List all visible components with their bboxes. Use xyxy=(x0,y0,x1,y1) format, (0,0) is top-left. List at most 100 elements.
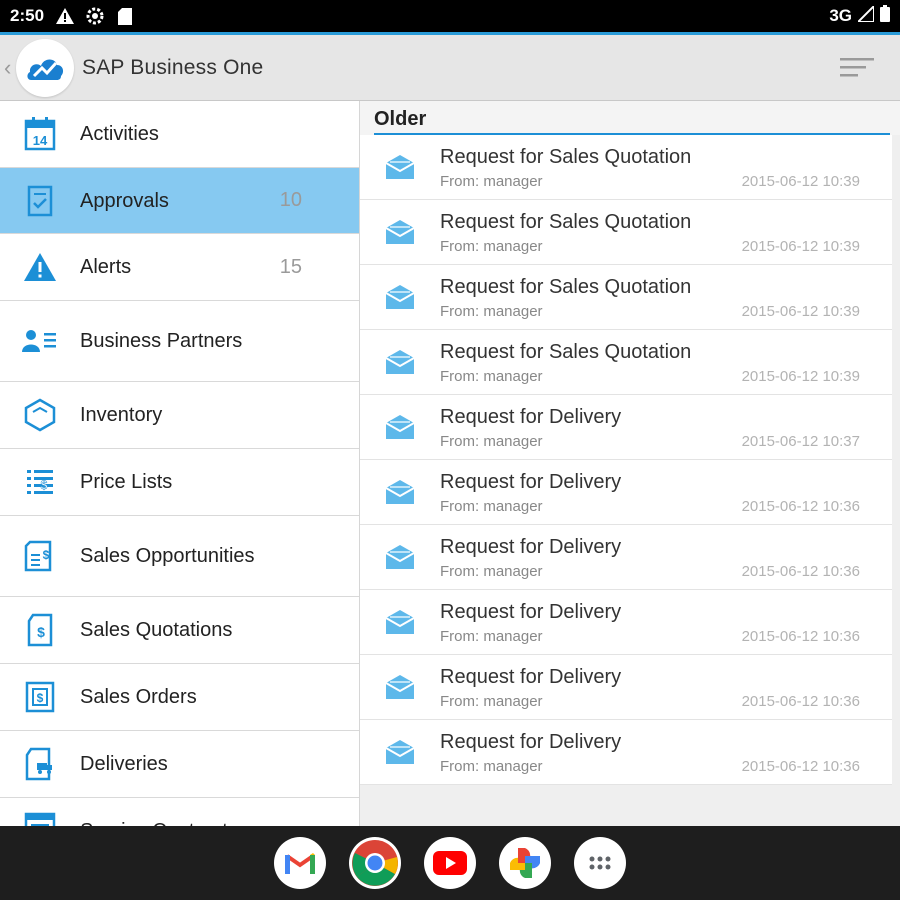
chrome-icon[interactable] xyxy=(349,837,401,889)
sidebar-item-service-contract[interactable]: Service Contract xyxy=(0,798,359,826)
message-row[interactable]: Request for Sales Quotation From: manager… xyxy=(360,265,892,330)
sd-card-icon xyxy=(114,6,136,26)
message-timestamp: 2015-06-12 10:39 xyxy=(741,368,860,385)
sidebar-item-activities[interactable]: 14 Activities xyxy=(0,101,359,168)
sidebar-item-business-partners[interactable]: Business Partners xyxy=(0,301,359,382)
approvals-count-badge: 10 xyxy=(279,189,302,211)
message-subject: Request for Sales Quotation xyxy=(440,146,692,168)
section-header: Older xyxy=(360,101,900,135)
sidebar-item-alerts[interactable]: Alerts 15 xyxy=(0,234,359,301)
sidebar-item-deliveries[interactable]: Deliveries xyxy=(0,731,359,798)
sidebar-item-label: Sales Orders xyxy=(80,686,197,708)
sales-opportunities-icon: $ xyxy=(0,540,80,572)
sidebar-item-label: Approvals xyxy=(80,189,169,212)
settings-icon xyxy=(84,6,106,26)
message-subject: Request for Delivery xyxy=(440,666,622,688)
taskbar xyxy=(0,826,900,900)
app-bar: ‹ SAP Business One xyxy=(0,35,900,101)
message-list: Request for Sales Quotation From: manager… xyxy=(360,135,900,785)
sidebar-item-label: Business Partners xyxy=(80,330,243,352)
message-row[interactable]: Request for Sales Quotation From: manager… xyxy=(360,200,892,265)
sap-logo-icon[interactable] xyxy=(16,38,74,97)
youtube-icon[interactable] xyxy=(424,837,476,889)
sidebar-item-label: Sales Opportunities xyxy=(80,545,255,567)
sidebar-item-approvals[interactable]: Approvals 10 xyxy=(0,168,359,234)
sidebar-item-sales-orders[interactable]: $ Sales Orders xyxy=(0,664,359,731)
calendar-icon: 14 xyxy=(0,117,80,151)
message-subject: Request for Delivery xyxy=(440,406,622,428)
sidebar-item-label: Sales Quotations xyxy=(80,619,233,641)
message-timestamp: 2015-06-12 10:39 xyxy=(741,238,860,255)
envelope-icon xyxy=(360,348,440,376)
section-title: Older xyxy=(374,108,890,135)
message-row[interactable]: Request for Delivery From: manager 2015-06… xyxy=(360,525,892,590)
message-sender: From: manager xyxy=(440,758,543,775)
sidebar-item-label: Deliveries xyxy=(80,753,168,775)
message-timestamp: 2015-06-12 10:39 xyxy=(741,303,860,320)
message-sender: From: manager xyxy=(440,433,543,450)
photos-icon[interactable] xyxy=(499,837,551,889)
approvals-list: Older Request for Sales Quotation From: m… xyxy=(360,101,900,826)
battery-icon xyxy=(880,5,890,27)
envelope-icon xyxy=(360,543,440,571)
alert-triangle-icon xyxy=(0,252,80,282)
message-subject: Request for Sales Quotation xyxy=(440,211,692,233)
envelope-icon xyxy=(360,413,440,441)
inventory-box-icon xyxy=(0,398,80,432)
message-sender: From: manager xyxy=(440,563,543,580)
envelope-icon xyxy=(360,738,440,766)
sidebar-item-label: Alerts xyxy=(80,256,132,278)
sidebar-item-label: Activities xyxy=(80,123,159,145)
envelope-icon xyxy=(360,218,440,246)
status-bar: 2:50 3G xyxy=(0,0,900,32)
gmail-icon[interactable] xyxy=(274,837,326,889)
sidebar-item-label: Inventory xyxy=(80,404,163,426)
envelope-icon xyxy=(360,153,440,181)
message-row[interactable]: Request for Delivery From: manager 2015-06… xyxy=(360,655,892,720)
sort-menu-icon[interactable] xyxy=(840,56,876,80)
approval-document-icon xyxy=(0,185,80,217)
deliveries-icon xyxy=(0,747,80,781)
alerts-count-badge: 15 xyxy=(279,255,302,278)
message-subject: Request for Delivery xyxy=(440,731,622,753)
signal-icon xyxy=(855,3,875,27)
message-row[interactable]: Request for Delivery From: manager 2015-06… xyxy=(360,590,892,655)
app-title: SAP Business One xyxy=(82,55,264,79)
message-timestamp: 2015-06-12 10:37 xyxy=(741,433,860,450)
message-subject: Request for Sales Quotation xyxy=(440,276,692,298)
message-sender: From: manager xyxy=(440,173,543,190)
envelope-icon xyxy=(360,283,440,311)
message-row[interactable]: Request for Delivery From: manager 2015-06… xyxy=(360,460,892,525)
sidebar-item-inventory[interactable]: Inventory xyxy=(0,382,359,449)
price-list-icon: $ xyxy=(0,467,80,497)
svg-text:$: $ xyxy=(43,548,50,562)
app-drawer-icon[interactable] xyxy=(574,837,626,889)
svg-text:$: $ xyxy=(37,691,44,705)
message-row[interactable]: Request for Delivery From: manager 2015-06… xyxy=(360,720,892,785)
message-row[interactable]: Request for Delivery From: manager 2015-06… xyxy=(360,395,892,460)
envelope-icon xyxy=(360,673,440,701)
message-sender: From: manager xyxy=(440,628,543,645)
sidebar-item-price-lists[interactable]: $ Price Lists xyxy=(0,449,359,516)
envelope-icon xyxy=(360,478,440,506)
sidebar: 14 Activities Approvals 10 Alerts 15 Bus… xyxy=(0,101,360,826)
svg-text:$: $ xyxy=(37,624,45,640)
message-sender: From: manager xyxy=(440,238,543,255)
message-sender: From: manager xyxy=(440,303,543,320)
message-sender: From: manager xyxy=(440,693,543,710)
svg-text:$: $ xyxy=(41,478,48,492)
message-row[interactable]: Request for Sales Quotation From: manager… xyxy=(360,135,892,200)
sidebar-item-sales-quotations[interactable]: $ Sales Quotations xyxy=(0,597,359,664)
message-subject: Request for Sales Quotation xyxy=(440,341,692,363)
message-sender: From: manager xyxy=(440,498,543,515)
service-contract-icon xyxy=(0,798,80,826)
business-partners-icon xyxy=(0,328,80,354)
svg-text:14: 14 xyxy=(33,133,48,148)
message-subject: Request for Delivery xyxy=(440,536,622,558)
sidebar-item-sales-opportunities[interactable]: $ Sales Opportunities xyxy=(0,516,359,597)
message-row[interactable]: Request for Sales Quotation From: manager… xyxy=(360,330,892,395)
message-timestamp: 2015-06-12 10:36 xyxy=(741,628,860,645)
warning-icon xyxy=(54,6,76,26)
sales-orders-icon: $ xyxy=(0,681,80,713)
message-subject: Request for Delivery xyxy=(440,601,622,623)
